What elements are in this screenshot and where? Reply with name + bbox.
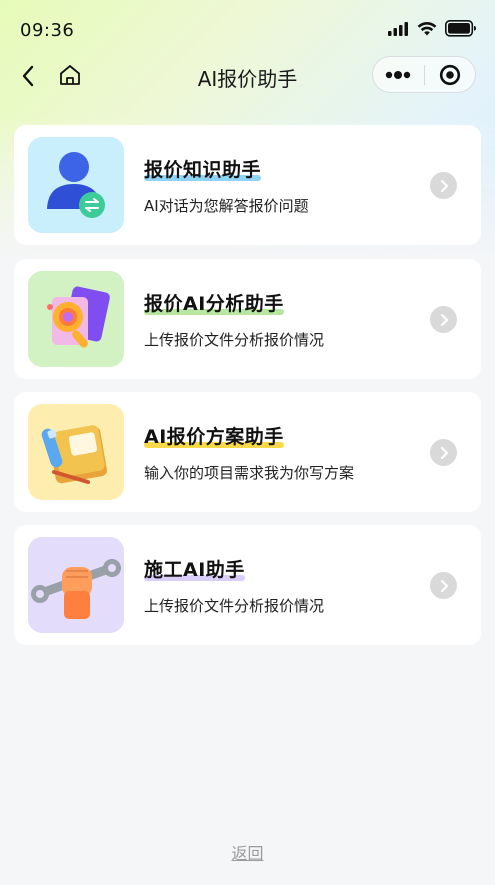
card-quote-knowledge[interactable]: 报价知识助手 AI对话为您解答报价问题: [14, 125, 481, 245]
mini-program-capsule: [372, 56, 476, 93]
notebook-pen-icon: [28, 404, 124, 500]
status-time: 09:36: [20, 20, 75, 41]
home-icon: [60, 65, 80, 85]
nav-bar: AI报价助手: [0, 56, 495, 96]
more-dots-icon: [386, 70, 411, 79]
card-description: 上传报价文件分析报价情况: [144, 597, 325, 615]
wifi-icon: [417, 21, 437, 35]
user-chat-icon: [28, 137, 124, 233]
card-title: AI报价方案助手: [144, 426, 284, 448]
status-icons: [387, 20, 477, 37]
wrench-hand-icon: [28, 537, 124, 633]
card-construction-ai[interactable]: 施工AI助手 上传报价文件分析报价情况: [14, 525, 481, 645]
chevron-right-icon: [430, 439, 457, 466]
signal-icon: [388, 21, 408, 36]
status-bar: 09:36: [0, 0, 495, 56]
magnifier-document-icon: [28, 271, 124, 367]
card-description: 输入你的项目需求我为你写方案: [144, 464, 355, 482]
card-description: 上传报价文件分析报价情况: [144, 331, 325, 349]
target-close-icon: [439, 64, 460, 85]
chevron-right-icon: [430, 172, 457, 199]
card-title: 施工AI助手: [144, 559, 245, 581]
close-button[interactable]: [424, 57, 475, 92]
back-button[interactable]: [16, 62, 40, 90]
card-title: 报价知识助手: [144, 159, 262, 181]
card-description: AI对话为您解答报价问题: [144, 197, 309, 215]
card-quote-ai-analysis[interactable]: 报价AI分析助手 上传报价文件分析报价情况: [14, 259, 481, 379]
more-button[interactable]: [373, 57, 424, 92]
home-button[interactable]: [56, 61, 84, 89]
footer: 返回: [0, 840, 495, 864]
chevron-left-icon: [22, 65, 34, 87]
chevron-right-icon: [430, 306, 457, 333]
battery-icon: [445, 20, 476, 37]
card-title: 报价AI分析助手: [144, 293, 284, 315]
footer-back-link[interactable]: 返回: [231, 844, 263, 863]
chevron-right-icon: [430, 572, 457, 599]
card-ai-quote-plan[interactable]: AI报价方案助手 输入你的项目需求我为你写方案: [14, 392, 481, 512]
